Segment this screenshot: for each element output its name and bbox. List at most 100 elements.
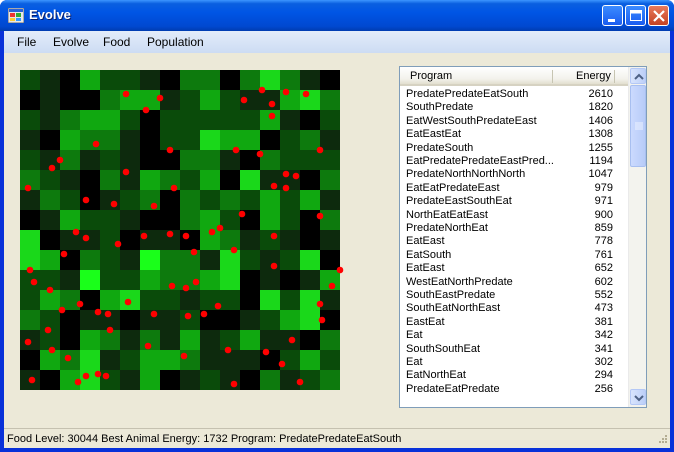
food-cell: [220, 310, 240, 330]
food-cell: [280, 210, 300, 230]
list-item[interactable]: SouthSouthEat 341: [406, 343, 628, 356]
food-cell: [220, 250, 240, 270]
list-item[interactable]: EatWestSouthPredateEast 1406: [406, 115, 628, 128]
list-item[interactable]: PredateNorthEat 859: [406, 222, 628, 235]
list-item[interactable]: EatEast 778: [406, 235, 628, 248]
list-item[interactable]: EatEast 652: [406, 262, 628, 275]
list-item[interactable]: SouthEastPredate 552: [406, 289, 628, 302]
food-cell: [80, 210, 100, 230]
minimize-button[interactable]: [602, 5, 623, 26]
list-item[interactable]: EatNorthEat 294: [406, 369, 628, 382]
list-item[interactable]: EatEastEat 1308: [406, 128, 628, 141]
food-cell: [320, 130, 340, 150]
list-item[interactable]: PredatePredateEatSouth 2610: [406, 88, 628, 101]
food-cell: [140, 110, 160, 130]
animal-dot: [150, 202, 158, 210]
list-item[interactable]: Eat 302: [406, 356, 628, 369]
animal-dot: [318, 316, 326, 324]
scroll-up-button[interactable]: [630, 68, 646, 84]
close-button[interactable]: [648, 5, 669, 26]
food-cell: [300, 350, 320, 370]
list-item[interactable]: EatSouth 761: [406, 249, 628, 262]
food-cell: [40, 230, 60, 250]
food-cell: [180, 310, 200, 330]
column-separator[interactable]: [552, 70, 553, 83]
scroll-thumb[interactable]: [630, 85, 646, 167]
food-cell: [100, 250, 120, 270]
animal-dot: [316, 212, 324, 220]
resize-grip-icon[interactable]: [656, 434, 668, 446]
status-bar: Food Level: 30044 Best Animal Energy: 17…: [4, 428, 670, 448]
menu-food[interactable]: Food: [103, 35, 130, 49]
close-icon: [653, 10, 665, 22]
food-cell: [160, 350, 180, 370]
animal-dot: [24, 184, 32, 192]
animal-dot: [292, 172, 300, 180]
column-header-program[interactable]: Program: [410, 70, 452, 82]
animal-dot: [140, 232, 148, 240]
food-cell: [80, 290, 100, 310]
food-cell: [240, 70, 260, 90]
food-cell: [20, 210, 40, 230]
food-cell: [60, 90, 80, 110]
program-energy: 979: [594, 181, 613, 194]
food-cell: [300, 270, 320, 290]
list-item[interactable]: NorthEatEatEast 900: [406, 209, 628, 222]
food-cell: [200, 150, 220, 170]
food-cell: [100, 270, 120, 290]
animal-dot: [184, 312, 192, 320]
animal-dot: [232, 146, 240, 154]
animal-dot: [282, 170, 290, 178]
animal-dot: [110, 200, 118, 208]
animal-dot: [182, 284, 190, 292]
list-item[interactable]: PredateEastSouthEat 971: [406, 195, 628, 208]
food-cell: [260, 210, 280, 230]
list-item[interactable]: PredateNorthNorthNorth 1047: [406, 168, 628, 181]
program-energy: 1047: [588, 168, 613, 181]
food-cell: [240, 350, 260, 370]
program-energy: 900: [594, 208, 613, 221]
food-cell: [80, 230, 100, 250]
food-cell: [300, 230, 320, 250]
list-item[interactable]: SouthEatNorthEast 473: [406, 302, 628, 315]
list-item[interactable]: EatEatPredateEast 979: [406, 182, 628, 195]
menu-population[interactable]: Population: [147, 35, 204, 49]
maximize-button[interactable]: [625, 5, 646, 26]
column-separator[interactable]: [614, 70, 615, 83]
list-item[interactable]: PredateEatPredate 256: [406, 383, 628, 396]
program-list[interactable]: Program Energy PredatePredateEatSouth 261…: [399, 66, 647, 408]
menu-evolve[interactable]: Evolve: [53, 35, 89, 49]
list-item[interactable]: Eat 342: [406, 329, 628, 342]
world-grid[interactable]: [20, 70, 344, 390]
menu-file[interactable]: File: [17, 35, 36, 49]
program-energy: 652: [594, 262, 613, 275]
food-cell: [40, 110, 60, 130]
list-item[interactable]: SouthPredate 1820: [406, 101, 628, 114]
food-cell: [100, 70, 120, 90]
program-energy: 294: [594, 369, 613, 382]
vertical-scrollbar[interactable]: [628, 67, 646, 407]
animal-dot: [72, 228, 80, 236]
status-text: Food Level: 30044 Best Animal Energy: 17…: [7, 433, 402, 445]
food-cell: [100, 170, 120, 190]
program-energy: 256: [594, 382, 613, 395]
food-cell: [200, 350, 220, 370]
scroll-down-button[interactable]: [630, 389, 646, 405]
list-item[interactable]: PredateSouth 1255: [406, 142, 628, 155]
list-item[interactable]: WestEatNorthPredate 602: [406, 276, 628, 289]
animal-dot: [156, 94, 164, 102]
food-cell: [200, 90, 220, 110]
animal-dot: [82, 234, 90, 242]
animal-dot: [30, 278, 38, 286]
food-cell: [140, 350, 160, 370]
program-energy: 1255: [588, 141, 613, 154]
animal-dot: [58, 306, 66, 314]
list-item[interactable]: EatPredatePredateEastPred... 1194: [406, 155, 628, 168]
program-energy: 302: [594, 356, 613, 368]
food-cell: [320, 190, 340, 210]
title-bar[interactable]: Evolve: [0, 0, 674, 31]
list-item[interactable]: EastEat 381: [406, 316, 628, 329]
food-cell: [320, 150, 340, 170]
food-cell: [280, 190, 300, 210]
column-header-energy[interactable]: Energy: [576, 70, 611, 82]
